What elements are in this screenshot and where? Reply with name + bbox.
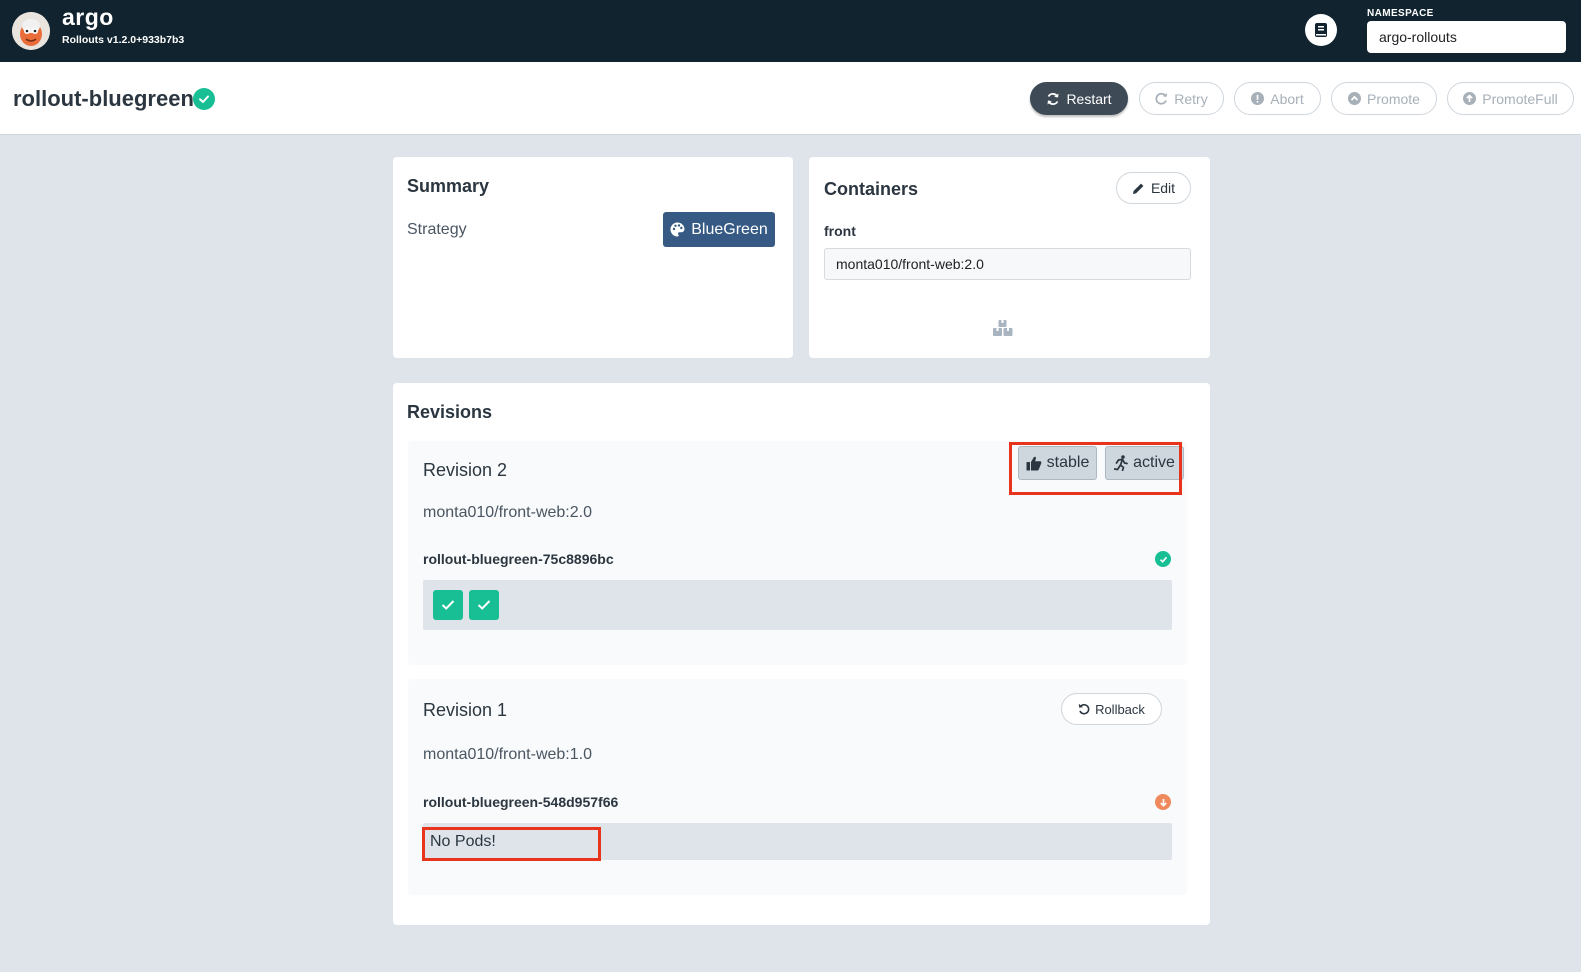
revision-title: Revision 2 <box>423 460 508 480</box>
retry-button[interactable]: Retry <box>1139 82 1224 115</box>
pods-area: No Pods! <box>422 823 1172 861</box>
undo-icon <box>1078 703 1090 715</box>
pod-running[interactable] <box>433 590 463 620</box>
promote-button[interactable]: Promote <box>1331 82 1437 115</box>
revision-title: Revision 1 <box>423 700 508 720</box>
replicaset-name: rollout-bluegreen-75c8896bc <box>423 551 614 567</box>
promote-full-label: PromoteFull <box>1482 90 1558 107</box>
abort-label: Abort <box>1270 90 1304 107</box>
sync-icon <box>1047 92 1059 105</box>
promote-label: Promote <box>1367 90 1420 107</box>
brand-name: argo <box>62 4 114 30</box>
scaled-down-icon <box>1155 794 1171 810</box>
summary-title: Summary <box>407 176 490 196</box>
edit-containers-button[interactable]: Edit <box>1116 172 1191 204</box>
promote-full-button[interactable]: PromoteFull <box>1447 82 1574 115</box>
edit-label: Edit <box>1150 180 1176 196</box>
rollback-button[interactable]: Rollback <box>1061 693 1162 725</box>
check-icon <box>441 600 455 610</box>
revision-image: monta010/front-web:2.0 <box>423 504 592 521</box>
retry-label: Retry <box>1174 90 1208 107</box>
revision-card-1: Revision 1 Rollback monta010/front-web:1… <box>408 679 1187 895</box>
boxes-icon <box>993 320 1013 336</box>
chevron-circle-up-icon <box>1348 92 1362 105</box>
revisions-panel: Revisions Revision 2 monta010/front-web:… <box>393 383 1210 925</box>
revision-image: monta010/front-web:1.0 <box>423 746 592 763</box>
abort-button[interactable]: Abort <box>1234 82 1321 115</box>
revisions-title: Revisions <box>407 402 493 422</box>
strategy-label: Strategy <box>407 221 467 238</box>
top-bar: argo Rollouts v1.2.0+933b7b3 NAMESPACE <box>0 0 1581 62</box>
healthy-status-icon <box>193 88 215 110</box>
brand-version: Rollouts v1.2.0+933b7b3 <box>62 34 185 46</box>
container-name: front <box>824 223 856 239</box>
containers-panel: Containers Edit front <box>809 157 1210 358</box>
container-image-field[interactable] <box>824 248 1191 280</box>
arrow-circle-up-icon <box>1463 92 1477 105</box>
redo-icon <box>1155 92 1168 105</box>
pods-area <box>423 580 1172 630</box>
tags-highlight-box <box>1009 442 1182 495</box>
page-title: rollout-bluegreen <box>13 86 194 111</box>
containers-title: Containers <box>824 179 919 199</box>
pencil-icon <box>1132 183 1144 194</box>
replicaset-healthy-icon <box>1155 551 1171 567</box>
replicaset-name: rollout-bluegreen-548d957f66 <box>423 794 619 810</box>
palette-icon <box>670 222 685 237</box>
docs-button[interactable] <box>1305 14 1337 46</box>
revision-card-2: Revision 2 monta010/front-web:2.0 stable… <box>408 441 1187 665</box>
restart-label: Restart <box>1066 90 1112 107</box>
rollout-header: rollout-bluegreen Restart Retry Abort Pr… <box>0 62 1581 135</box>
rollback-label: Rollback <box>1095 701 1145 717</box>
strategy-value: BlueGreen <box>691 220 768 238</box>
exclamation-circle-icon <box>1251 92 1265 105</box>
check-icon <box>477 600 491 610</box>
pod-running[interactable] <box>469 590 499 620</box>
summary-panel: Summary Strategy BlueGreen <box>393 157 793 358</box>
no-pods-highlight-box <box>422 827 601 861</box>
strategy-badge: BlueGreen <box>663 212 775 247</box>
argo-logo[interactable] <box>12 12 50 50</box>
restart-button[interactable]: Restart <box>1030 82 1128 115</box>
namespace-label: NAMESPACE <box>1367 8 1434 19</box>
book-icon <box>1315 23 1327 37</box>
namespace-input[interactable] <box>1367 21 1566 53</box>
